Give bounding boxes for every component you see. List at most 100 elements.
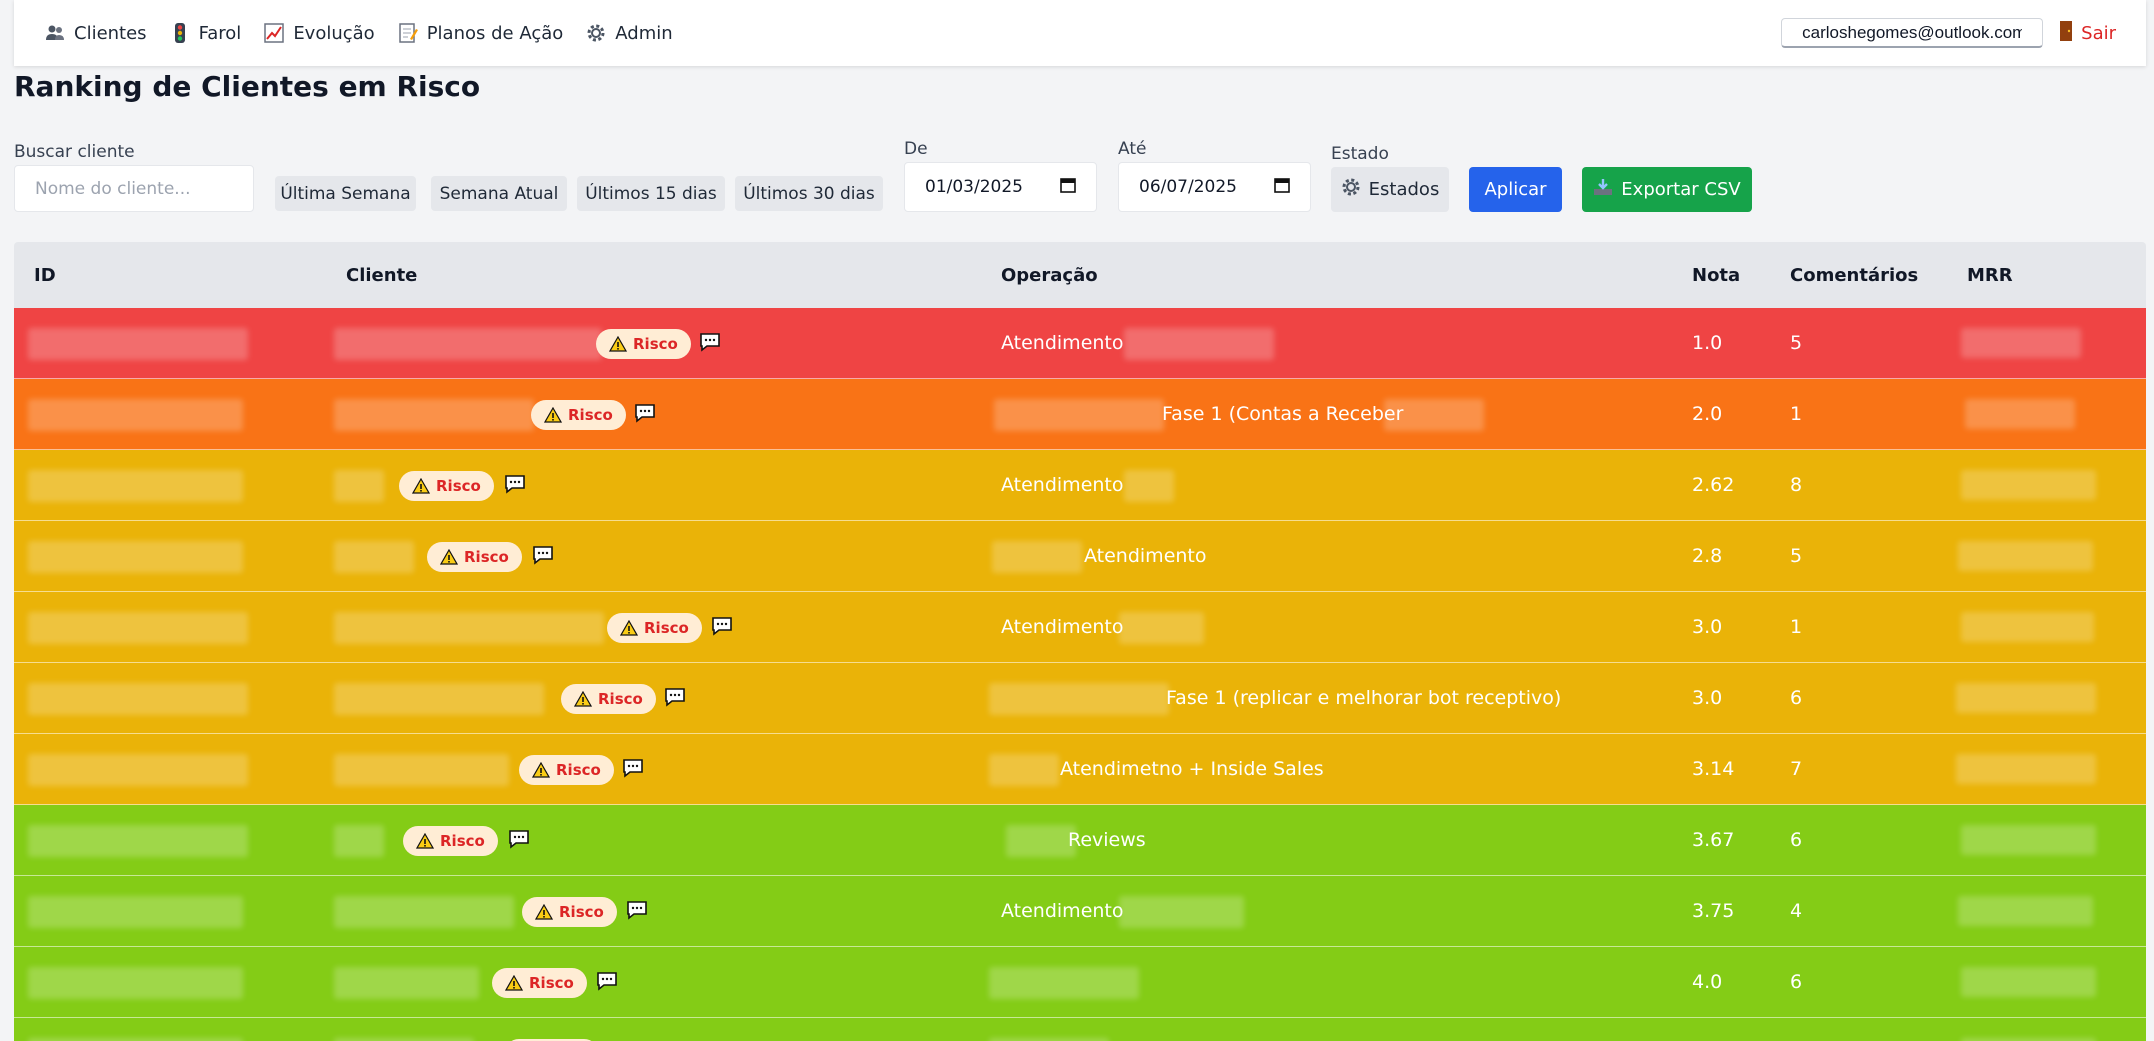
client-name-redacted bbox=[334, 967, 479, 999]
operation-redacted bbox=[992, 541, 1082, 573]
id-redacted bbox=[28, 612, 248, 644]
calendar-icon bbox=[1274, 177, 1290, 198]
id-redacted bbox=[28, 683, 248, 715]
table-row[interactable]: Risco Atendimento 3.0 1 bbox=[14, 592, 2146, 663]
operation-redacted bbox=[1124, 470, 1174, 502]
nav-item-farol[interactable]: Farol bbox=[169, 22, 241, 44]
mrr-redacted bbox=[1961, 967, 2096, 997]
search-label: Buscar cliente bbox=[14, 142, 135, 162]
comment-icon[interactable] bbox=[664, 687, 686, 707]
column-header-score[interactable]: Nota bbox=[1692, 242, 1740, 308]
export-csv-button[interactable]: Exportar CSV bbox=[1582, 167, 1752, 212]
operation-redacted bbox=[989, 754, 1059, 786]
risk-badge-label: Risco bbox=[598, 690, 643, 708]
user-email-field[interactable] bbox=[1781, 18, 2044, 48]
to-date-input[interactable]: 06/07/2025 bbox=[1118, 162, 1311, 212]
operation-cell: Reviews bbox=[1068, 829, 1146, 851]
comment-icon[interactable] bbox=[622, 758, 644, 778]
logout-button[interactable]: Sair bbox=[2059, 20, 2116, 46]
comments-cell: 1 bbox=[1790, 403, 1803, 425]
top-nav: Clientes Farol Evolução Planos de Ação A… bbox=[14, 0, 2146, 66]
range-current-week-button[interactable]: Semana Atual bbox=[431, 176, 567, 211]
warning-icon bbox=[416, 833, 434, 849]
nav-item-clientes[interactable]: Clientes bbox=[44, 22, 147, 44]
table-row[interactable]: Risco Atendimetno + Inside Sales 3.14 7 bbox=[14, 734, 2146, 805]
states-button[interactable]: Estados bbox=[1331, 167, 1449, 212]
nav-item-evolucao[interactable]: Evolução bbox=[263, 22, 375, 44]
state-label: Estado bbox=[1331, 144, 1389, 164]
table-row[interactable]: Risco Fase 1 (replicar e melhorar bot re… bbox=[14, 663, 2146, 734]
comment-icon[interactable] bbox=[532, 545, 554, 565]
comments-cell: 6 bbox=[1790, 829, 1803, 851]
risk-badge-label: Risco bbox=[436, 477, 481, 495]
comment-icon[interactable] bbox=[634, 403, 656, 423]
nav-right: Sair bbox=[1781, 18, 2146, 48]
comment-icon[interactable] bbox=[504, 474, 526, 494]
chart-icon bbox=[263, 22, 285, 44]
id-redacted bbox=[28, 399, 243, 431]
score-cell: 1.0 bbox=[1692, 332, 1723, 354]
client-name-redacted bbox=[334, 612, 604, 644]
operation-cell: Atendimento bbox=[1001, 900, 1124, 922]
operation-cell: Fase 1 (Contas a Receber bbox=[1162, 403, 1404, 425]
client-name-redacted bbox=[334, 754, 509, 786]
table-row[interactable]: Risco Atendimento 1.0 5 bbox=[14, 308, 2146, 379]
column-header-client[interactable]: Cliente bbox=[346, 242, 417, 308]
column-header-mrr[interactable]: MRR bbox=[1967, 242, 2013, 308]
operation-cell: Atendimento bbox=[1001, 616, 1124, 638]
column-header-operation[interactable]: Operação bbox=[1001, 242, 1098, 308]
comment-icon[interactable] bbox=[626, 900, 648, 920]
table-row[interactable]: Risco Atendimento 3.75 4 bbox=[14, 876, 2146, 947]
risk-badge: Risco bbox=[519, 755, 614, 785]
score-cell: 3.67 bbox=[1692, 829, 1735, 851]
table-row[interactable]: Risco Fase 1 (Contas a Receber 2.0 1 bbox=[14, 379, 2146, 450]
warning-icon bbox=[440, 549, 458, 565]
operation-cell: Atendimento bbox=[1084, 545, 1207, 567]
table-row[interactable]: Risco bbox=[14, 1018, 2146, 1041]
id-redacted bbox=[28, 825, 248, 857]
warning-icon bbox=[544, 407, 562, 423]
table-row[interactable]: Risco Atendimento 2.62 8 bbox=[14, 450, 2146, 521]
nav-item-admin[interactable]: Admin bbox=[585, 22, 673, 44]
apply-button[interactable]: Aplicar bbox=[1469, 167, 1562, 212]
comment-icon[interactable] bbox=[508, 829, 530, 849]
risk-badge-label: Risco bbox=[556, 761, 601, 779]
risk-badge-label: Risco bbox=[529, 974, 574, 992]
risk-badge-label: Risco bbox=[559, 903, 604, 921]
range-30-days-button[interactable]: Últimos 30 dias bbox=[735, 176, 883, 211]
table-body: Risco Atendimento 1.0 5 Risco Fase 1 (Cont… bbox=[14, 308, 2146, 1041]
risk-table: ID Cliente Operação Nota Comentários MRR… bbox=[14, 242, 2146, 1041]
warning-icon bbox=[574, 691, 592, 707]
door-icon bbox=[2059, 20, 2073, 46]
column-header-id[interactable]: ID bbox=[34, 242, 56, 308]
table-row[interactable]: Risco Reviews 3.67 6 bbox=[14, 805, 2146, 876]
nav-label: Planos de Ação bbox=[426, 22, 564, 44]
operation-redacted bbox=[1384, 399, 1484, 431]
from-date-input[interactable]: 01/03/2025 bbox=[904, 162, 1097, 212]
operation-redacted bbox=[989, 967, 1139, 999]
operation-cell: Atendimetno + Inside Sales bbox=[1060, 758, 1324, 780]
nav-label: Admin bbox=[615, 22, 673, 44]
table-row[interactable]: Risco 4.0 6 bbox=[14, 947, 2146, 1018]
client-name-redacted bbox=[334, 683, 544, 715]
warning-icon bbox=[532, 762, 550, 778]
column-header-comments[interactable]: Comentários bbox=[1790, 242, 1918, 308]
users-icon bbox=[44, 22, 66, 44]
range-15-days-button[interactable]: Últimos 15 dias bbox=[577, 176, 725, 211]
mrr-redacted bbox=[1956, 754, 2096, 784]
nav-item-planos[interactable]: Planos de Ação bbox=[397, 22, 564, 44]
operation-redacted bbox=[994, 399, 1164, 431]
client-name-redacted bbox=[334, 328, 602, 360]
comment-icon[interactable] bbox=[711, 616, 733, 636]
operation-redacted bbox=[1119, 612, 1204, 644]
range-last-week-button[interactable]: Última Semana bbox=[275, 176, 416, 211]
comment-icon[interactable] bbox=[699, 332, 721, 352]
comment-icon[interactable] bbox=[596, 971, 618, 991]
client-name-redacted bbox=[334, 541, 414, 573]
table-row[interactable]: Risco Atendimento 2.8 5 bbox=[14, 521, 2146, 592]
comments-cell: 8 bbox=[1790, 474, 1803, 496]
risk-badge-label: Risco bbox=[440, 832, 485, 850]
nav-label: Clientes bbox=[74, 22, 147, 44]
search-input[interactable] bbox=[14, 165, 254, 212]
table-header: ID Cliente Operação Nota Comentários MRR bbox=[14, 242, 2146, 308]
